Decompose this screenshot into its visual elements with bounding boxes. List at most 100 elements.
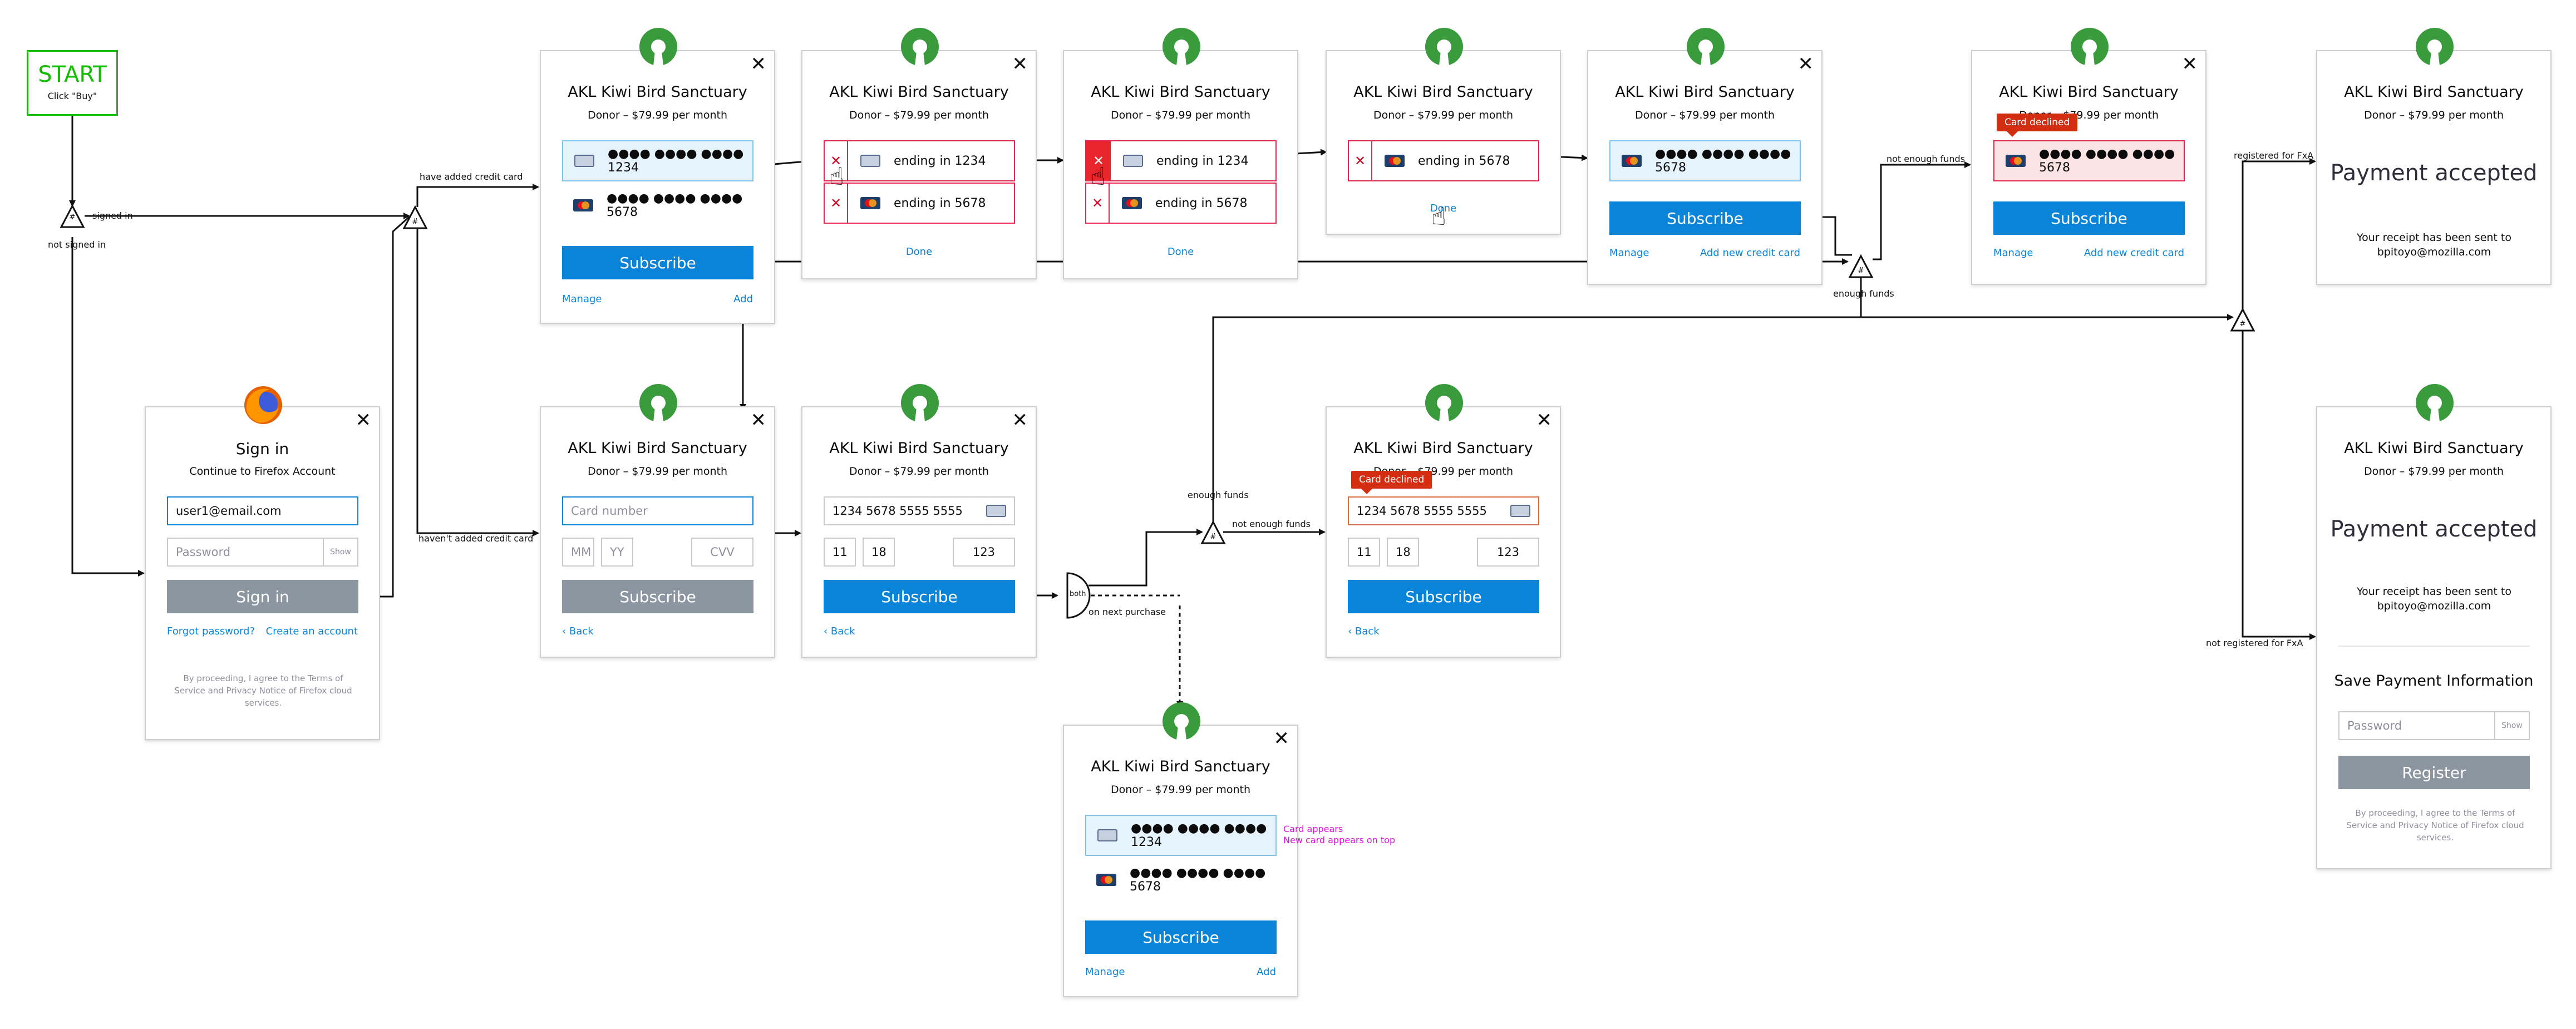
close-icon[interactable]: ✕: [1798, 55, 1814, 73]
open-source-logo-icon: [2071, 28, 2109, 66]
cvv-field[interactable]: CVV: [691, 538, 753, 567]
open-source-logo-icon: [2416, 384, 2454, 422]
card-ending: ending in 5678: [1155, 196, 1248, 210]
svg-text:#: #: [1210, 533, 1216, 541]
subscribe-button[interactable]: Subscribe: [1348, 580, 1539, 613]
back-label: Back: [1355, 626, 1380, 637]
show-password-button[interactable]: Show: [323, 539, 357, 565]
password-field[interactable]: Password Show: [167, 538, 358, 567]
panel-saved-cards: ✕ AKL Kiwi Bird Sanctuary Donor – $79.99…: [540, 28, 775, 324]
card-number-value: 1234 5678 5555 5555: [833, 504, 963, 518]
close-icon[interactable]: ✕: [2182, 55, 2198, 73]
edge-label-not-enough-funds-top: not enough funds: [1887, 154, 1965, 164]
close-icon[interactable]: ✕: [1012, 411, 1028, 430]
svg-text:#: #: [1858, 267, 1864, 275]
register-button[interactable]: Register: [2338, 756, 2530, 789]
mastercard-icon: [1096, 874, 1116, 886]
start-subtitle: Click "Buy": [47, 91, 97, 101]
done-link[interactable]: Done: [1064, 246, 1297, 258]
card-option-5678[interactable]: ●●●● ●●●● ●●●● 5678: [1085, 859, 1277, 900]
create-account-link[interactable]: Create an account: [266, 626, 358, 637]
delete-icon[interactable]: ✕: [1349, 141, 1372, 180]
product-title: AKL Kiwi Bird Sanctuary: [1091, 758, 1270, 775]
mastercard-icon: [1622, 155, 1642, 167]
card-number-field[interactable]: Card number: [562, 496, 753, 525]
card-option-1234[interactable]: ●●●● ●●●● ●●●● 1234: [562, 140, 753, 181]
product-title: AKL Kiwi Bird Sanctuary: [1615, 83, 1795, 101]
card-option-5678[interactable]: ●●●● ●●●● ●●●● 5678: [1609, 140, 1801, 181]
add-link[interactable]: Add: [1257, 966, 1276, 978]
firefox-logo-icon: [244, 386, 282, 424]
svg-text:#: #: [2240, 320, 2246, 328]
panel-remaining-card: ✕ AKL Kiwi Bird Sanctuary Donor – $79.99…: [1587, 28, 1823, 285]
product-price: Donor – $79.99 per month: [1110, 109, 1251, 121]
sign-in-subtitle: Continue to Firefox Account: [189, 465, 336, 477]
expiry-year-field[interactable]: 18: [863, 538, 895, 567]
close-icon[interactable]: ✕: [751, 411, 767, 430]
manage-link[interactable]: Manage: [1993, 247, 2033, 259]
panel-card-declined: ✕ AKL Kiwi Bird Sanctuary Donor – $79.99…: [1971, 28, 2206, 285]
card-option-5678[interactable]: ●●●● ●●●● ●●●● 5678: [562, 185, 753, 226]
cvv-field[interactable]: 123: [953, 538, 1015, 567]
add-new-card-link[interactable]: Add new credit card: [1700, 247, 1800, 259]
legal-notice: By proceeding, I agree to the Terms of S…: [174, 673, 352, 708]
email-field[interactable]: user1@email.com: [167, 496, 358, 525]
card-declined-tooltip: Card declined: [1997, 114, 2078, 137]
receipt-text: Your receipt has been sent to bpitoyo@mo…: [2357, 585, 2511, 612]
manage-link[interactable]: Manage: [1085, 966, 1125, 978]
payment-accepted-title: Payment accepted: [2330, 516, 2538, 542]
expiry-month-field[interactable]: 11: [1348, 538, 1380, 567]
subscribe-button[interactable]: Subscribe: [824, 580, 1015, 613]
manage-link[interactable]: Manage: [1609, 247, 1649, 259]
expiry-month-field[interactable]: 11: [824, 538, 856, 567]
subscribe-button[interactable]: Subscribe: [1609, 201, 1801, 235]
payment-accepted-title: Payment accepted: [2330, 160, 2538, 186]
card-number-field[interactable]: 1234 5678 5555 5555: [824, 496, 1015, 525]
manage-link[interactable]: Manage: [562, 293, 602, 305]
open-source-logo-icon: [901, 28, 939, 66]
expiry-year-field[interactable]: YY: [601, 538, 633, 567]
subscribe-button[interactable]: Subscribe: [1085, 920, 1277, 954]
card-option-1234[interactable]: ●●●● ●●●● ●●●● 1234: [1085, 815, 1277, 856]
show-password-button[interactable]: Show: [2494, 712, 2529, 739]
edge-label-enough-funds-top: enough funds: [1833, 288, 1894, 299]
product-price: Donor – $79.99 per month: [587, 465, 728, 477]
edge-label-havent-added: haven't added credit card: [418, 533, 534, 544]
panel-card-removed: AKL Kiwi Bird Sanctuary Donor – $79.99 p…: [1326, 28, 1561, 235]
add-new-card-link[interactable]: Add new credit card: [2084, 247, 2184, 259]
close-icon[interactable]: ✕: [1536, 411, 1553, 430]
product-title: AKL Kiwi Bird Sanctuary: [2344, 83, 2524, 101]
subscribe-button[interactable]: Subscribe: [562, 580, 753, 613]
card-ending: ending in 1234: [894, 154, 986, 168]
back-link[interactable]: ‹ Back: [1348, 626, 1380, 637]
card-option-5678[interactable]: ●●●● ●●●● ●●●● 5678: [1993, 140, 2185, 181]
cvv-field[interactable]: 123: [1477, 538, 1539, 567]
back-link[interactable]: ‹ Back: [824, 626, 855, 637]
close-icon[interactable]: ✕: [356, 411, 372, 430]
close-icon[interactable]: ✕: [1274, 729, 1290, 748]
subscribe-button[interactable]: Subscribe: [562, 246, 753, 279]
close-icon[interactable]: ✕: [1012, 55, 1028, 73]
product-price: Donor – $79.99 per month: [849, 109, 989, 121]
panel-new-card-empty: ✕ AKL Kiwi Bird Sanctuary Donor – $79.99…: [540, 384, 775, 658]
expiry-month-field[interactable]: MM: [562, 538, 594, 567]
chevron-left-icon: ‹: [1348, 626, 1355, 637]
expiry-year-field[interactable]: 18: [1387, 538, 1419, 567]
edge-label-on-next-purchase: on next purchase: [1088, 607, 1166, 617]
card-masked-number: ●●●● ●●●● ●●●● 1234: [608, 147, 744, 175]
done-link[interactable]: Done: [802, 246, 1036, 258]
back-link[interactable]: ‹ Back: [562, 626, 594, 637]
password-placeholder: Password: [2347, 719, 2402, 732]
forgot-password-link[interactable]: Forgot password?: [167, 626, 255, 637]
add-link[interactable]: Add: [733, 293, 753, 305]
close-icon[interactable]: ✕: [751, 55, 767, 73]
subscribe-button[interactable]: Subscribe: [1993, 201, 2185, 235]
mastercard-icon: [2006, 155, 2026, 167]
panel-sign-in: ✕ Sign in Continue to Firefox Account us…: [145, 386, 380, 740]
sign-in-button[interactable]: Sign in: [167, 580, 358, 613]
panel-confirm-delete: AKL Kiwi Bird Sanctuary Donor – $79.99 p…: [1063, 28, 1298, 279]
password-field[interactable]: Password Show: [2338, 711, 2530, 740]
open-source-logo-icon: [1425, 384, 1463, 422]
card-number-field[interactable]: 1234 5678 5555 5555: [1348, 496, 1539, 525]
chevron-left-icon: ‹: [562, 626, 569, 637]
